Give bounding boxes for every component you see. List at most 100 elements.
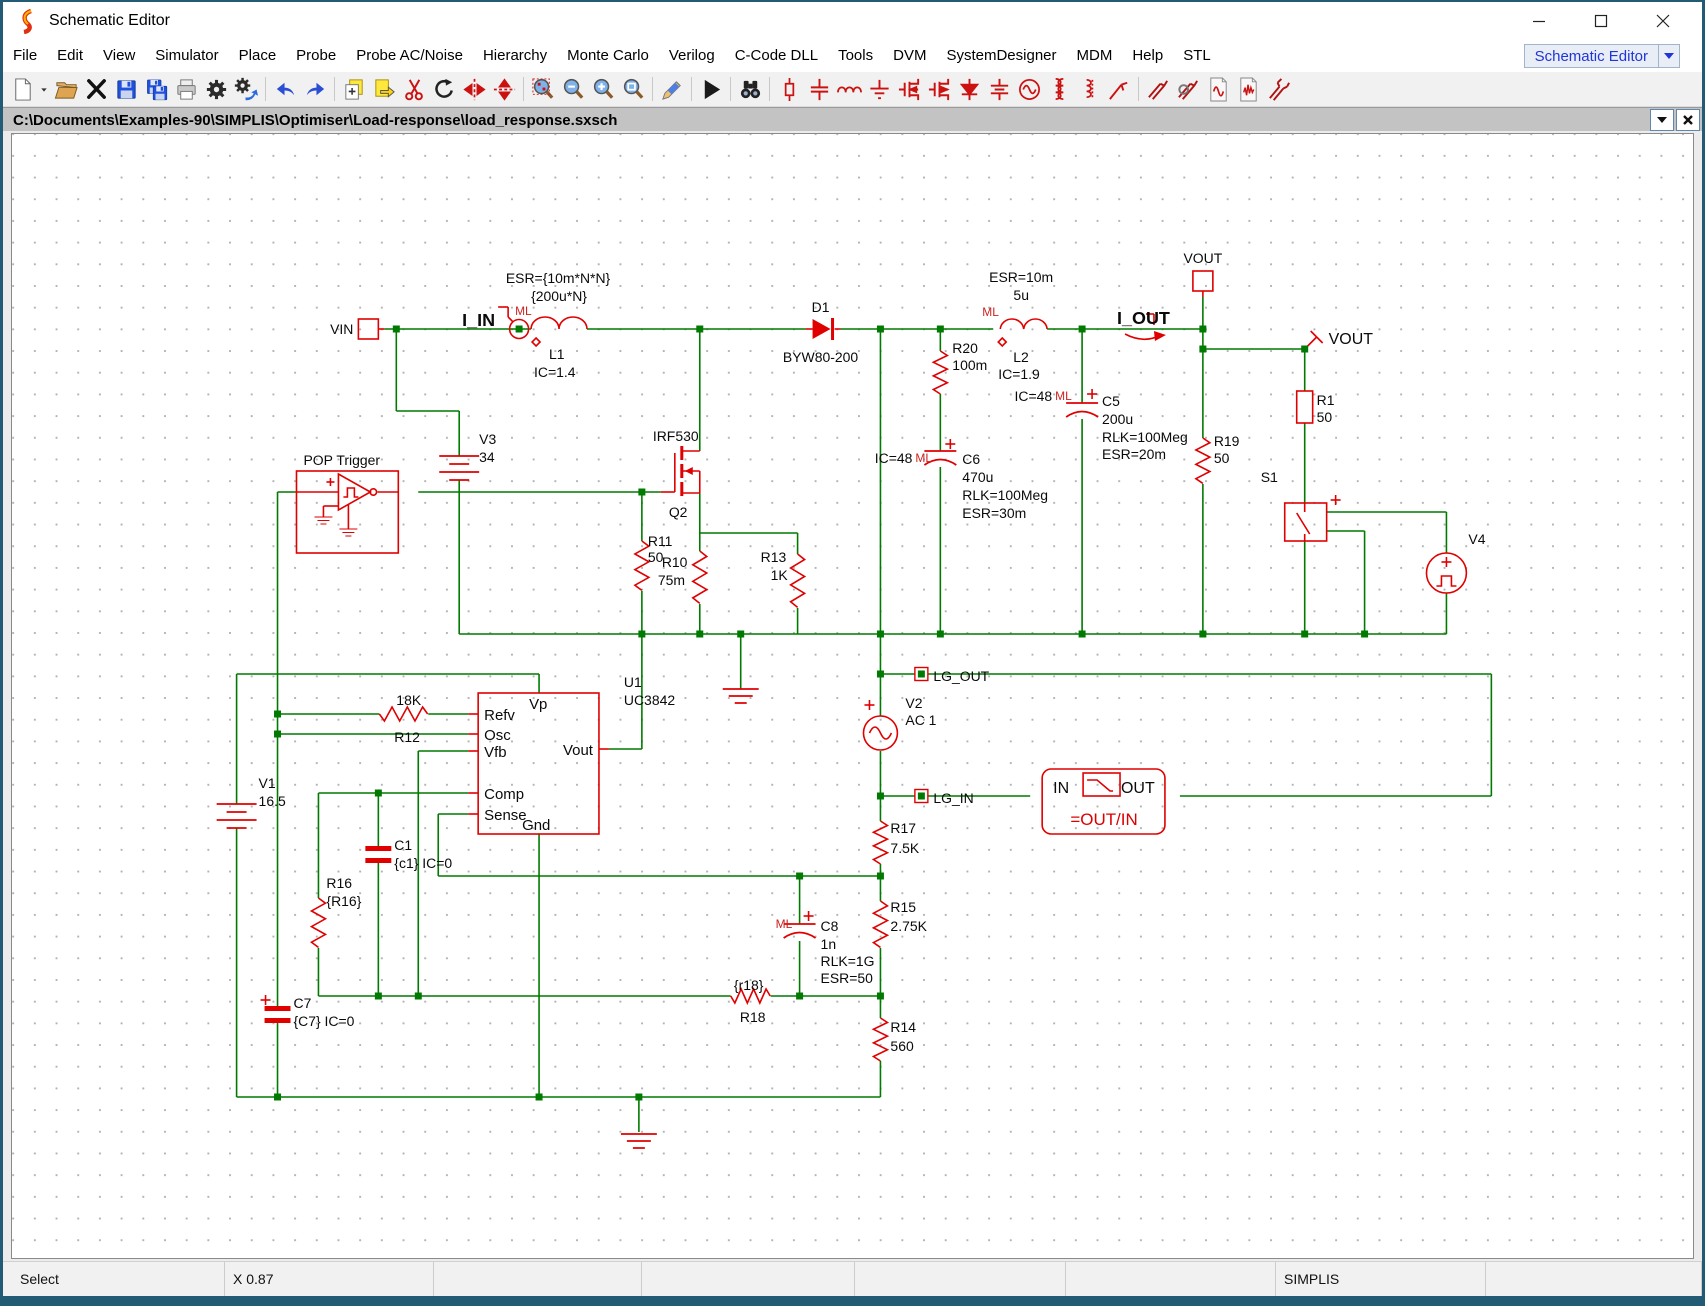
toolbar-zoom-area-button[interactable]: [618, 74, 648, 104]
toolbar-voltage-probe-button[interactable]: [1143, 74, 1173, 104]
flip-horizontal-icon: [493, 77, 515, 101]
symbol[interactable]: [872, 900, 889, 949]
toolbar-delete-button[interactable]: [81, 74, 111, 104]
symbol[interactable]: [872, 820, 889, 865]
menu-c-code-dll[interactable]: C-Code DLL: [725, 40, 828, 72]
schematic-canvas[interactable]: VIN I_IN ESR={10m*N*N} {200u*N} ML L1 IC=1.4 V3…: [3, 131, 1702, 1261]
symbol[interactable]: [310, 897, 327, 949]
symbol[interactable]: [264, 1006, 291, 1023]
toolbar-place-ac-source-button[interactable]: [1014, 74, 1044, 104]
menu-monte-carlo[interactable]: Monte Carlo: [557, 40, 659, 72]
menu-probe[interactable]: Probe: [286, 40, 346, 72]
menu-verilog[interactable]: Verilog: [659, 40, 725, 72]
symbol[interactable]: [365, 846, 392, 863]
menu-place[interactable]: Place: [229, 40, 287, 72]
menu-hierarchy[interactable]: Hierarchy: [473, 40, 557, 72]
pathbar-dropdown-button[interactable]: [1650, 109, 1674, 131]
toolbar-place-probe-button[interactable]: [1104, 74, 1134, 104]
toolbar-find-button[interactable]: [735, 74, 765, 104]
symbol[interactable]: [620, 1133, 658, 1149]
symbol[interactable]: [378, 706, 429, 722]
toolbar-place-ground-button[interactable]: [864, 74, 894, 104]
symbol[interactable]: [633, 540, 650, 592]
symbol[interactable]: [438, 455, 481, 481]
menu-edit[interactable]: Edit: [47, 40, 93, 72]
close-button[interactable]: [1632, 2, 1694, 40]
print-icon: [176, 78, 196, 100]
schematic-sheet[interactable]: VIN I_IN ESR={10m*N*N} {200u*N} ML L1 IC=1.4 V3…: [11, 133, 1694, 1259]
toolbar-cut-button[interactable]: [399, 74, 429, 104]
menu-dvm[interactable]: DVM: [883, 40, 936, 72]
menu-stl[interactable]: STL: [1173, 40, 1221, 72]
menu-probe-ac-noise[interactable]: Probe AC/Noise: [346, 40, 473, 72]
toolbar-transient-probe-button[interactable]: [1233, 74, 1263, 104]
pathbar-close-button[interactable]: [1676, 109, 1700, 131]
junction: [796, 872, 804, 880]
toolbar-place-diode-button[interactable]: [954, 74, 984, 104]
minimize-button[interactable]: [1508, 2, 1570, 40]
symbol[interactable]: [789, 553, 806, 609]
symbol[interactable]: [215, 803, 258, 829]
toolbar-zoom-out-button[interactable]: [558, 74, 588, 104]
menu-file[interactable]: File: [3, 40, 47, 72]
toolbar-redo-button[interactable]: [300, 74, 330, 104]
toolbar-save-button[interactable]: [111, 74, 141, 104]
toolbar-place-nmos-button[interactable]: [894, 74, 924, 104]
toolbar-settings-run-button[interactable]: [231, 74, 261, 104]
symbol[interactable]: [1195, 437, 1211, 485]
toolbar-settings-button[interactable]: [201, 74, 231, 104]
component-symbols[interactable]: [215, 270, 1468, 1149]
symbol[interactable]: [1065, 402, 1099, 418]
symbol[interactable]: [691, 550, 708, 605]
toolbar-place-pmos-button[interactable]: [924, 74, 954, 104]
delete-icon: [86, 78, 106, 99]
mode-selector-caret-button[interactable]: [1659, 44, 1680, 68]
toolbar-current-probe-button[interactable]: [1173, 74, 1203, 104]
toolbar-undo-button[interactable]: [270, 74, 300, 104]
simetrix-logo-icon: [15, 8, 39, 35]
toolbar-zoom-select-button[interactable]: [528, 74, 558, 104]
symbol[interactable]: [872, 1017, 889, 1062]
toolbar-place-resistor-button[interactable]: [774, 74, 804, 104]
toolbar-print-button[interactable]: [171, 74, 201, 104]
toolbar-flip-horizontal-button[interactable]: [489, 74, 519, 104]
symbol[interactable]: [338, 528, 358, 537]
toolbar-rotate-button[interactable]: [429, 74, 459, 104]
toolbar-ac-analysis-probe-button[interactable]: [1203, 74, 1233, 104]
menu-systemdesigner[interactable]: SystemDesigner: [936, 40, 1066, 72]
toolbar-place-capacitor-button[interactable]: [804, 74, 834, 104]
schematic[interactable]: VIN I_INESR={10m*N*N}{200u*N}MLL1IC=1.4V3…: [12, 134, 1693, 1258]
menu-view[interactable]: View: [93, 40, 145, 72]
menu-simulator[interactable]: Simulator: [145, 40, 228, 72]
label-c1_name: C1: [394, 837, 412, 853]
maximize-button[interactable]: [1570, 2, 1632, 40]
new-dropdown-icon: [41, 87, 47, 92]
toolbar-new-dropdown-button[interactable]: [37, 74, 51, 104]
toolbar-flip-vertical-button[interactable]: [459, 74, 489, 104]
toolbar-differential-probe-button[interactable]: [1263, 74, 1293, 104]
menu-tools[interactable]: Tools: [828, 40, 883, 72]
toolbar-open-button[interactable]: [51, 74, 81, 104]
menu-mdm[interactable]: MDM: [1067, 40, 1123, 72]
toolbar-save-all-button[interactable]: [141, 74, 171, 104]
symbol[interactable]: [721, 688, 760, 704]
toolbar-place-inductor-button[interactable]: [834, 74, 864, 104]
label-c5_name: C5: [1102, 393, 1120, 409]
toolbar-place-polarized-capacitor-button[interactable]: [984, 74, 1014, 104]
symbol[interactable]: [914, 788, 929, 804]
place-polarized-capacitor-icon: [990, 78, 1008, 100]
symbol[interactable]: [914, 666, 929, 682]
symbol[interactable]: [314, 516, 333, 525]
menu-help[interactable]: Help: [1122, 40, 1173, 72]
toolbar-new-button[interactable]: [7, 74, 37, 104]
mode-selector[interactable]: Schematic Editor: [1523, 44, 1659, 68]
toolbar-run-simulation-button[interactable]: [696, 74, 726, 104]
toolbar-export-page-button[interactable]: [369, 74, 399, 104]
toolbar-place-coupled-inductor-button[interactable]: [1074, 74, 1104, 104]
toolbar-zoom-in-button[interactable]: [588, 74, 618, 104]
toolbar-copy-page-button[interactable]: [339, 74, 369, 104]
symbol[interactable]: [932, 350, 949, 395]
toolbar-place-transformer-button[interactable]: [1044, 74, 1074, 104]
toolbar-edit-pencil-button[interactable]: [657, 74, 687, 104]
junction: [876, 670, 884, 678]
